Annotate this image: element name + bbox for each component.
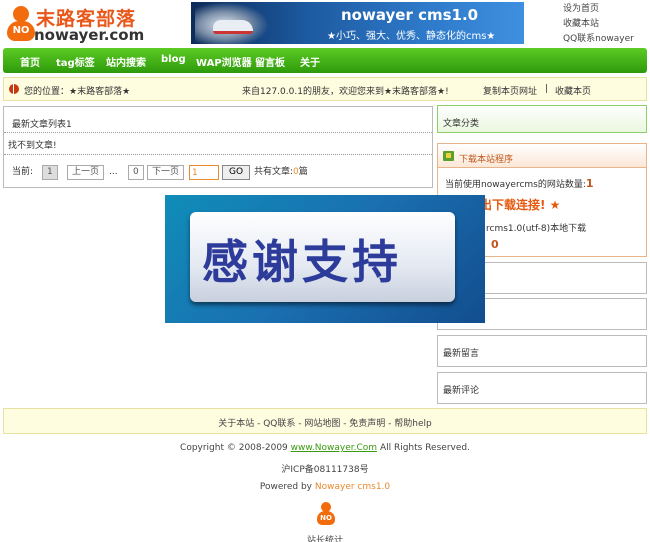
- download-title: 下载本站程序: [459, 155, 514, 165]
- nav-tags[interactable]: tag标签: [56, 54, 95, 69]
- link-divider: |: [545, 84, 549, 94]
- runner-shoe-icon: [195, 2, 269, 44]
- local-download-link[interactable]: rcms1.0(utf-8)本地下载: [486, 221, 586, 234]
- banner-title: nowayer cms1.0: [341, 6, 479, 24]
- main-nav: 首页 tag标签 站内搜索 blog WAP浏览器 留言板 关于: [3, 48, 647, 73]
- copy-url-link[interactable]: 复制本页网址: [483, 84, 537, 97]
- nav-wap[interactable]: WAP浏览器: [196, 54, 252, 69]
- categories-title: 文章分类: [443, 119, 480, 129]
- bookmark-site-link[interactable]: 收藏本站: [563, 17, 643, 32]
- position-bar: 您的位置：★末路客部落★ 来自127.0.0.1的朋友，欢迎您来到★末路客部落★…: [3, 77, 647, 101]
- powered-by-line: Powered by Nowayer cms1.0: [259, 482, 391, 492]
- powered-by-link[interactable]: Nowayer cms1.0: [315, 482, 390, 492]
- copyright-link[interactable]: www.Nowayer.Com: [291, 443, 377, 453]
- breadcrumb: 您的位置：★末路客部落★: [24, 87, 131, 97]
- download-count: 0: [491, 238, 499, 251]
- nav-guestbook[interactable]: 留言板: [255, 54, 285, 69]
- site-logo[interactable]: NO 末路客部落 nowayer.com: [6, 4, 156, 46]
- bookmark-page-link[interactable]: 收藏本页: [555, 84, 591, 97]
- usage-count-text: 当前使用nowayercms的网站数量:1: [445, 177, 594, 190]
- thanks-overlay: 感谢支持: [165, 195, 485, 323]
- article-list-title: 最新文章列表1: [12, 120, 72, 130]
- go-button[interactable]: GO: [222, 165, 251, 180]
- nav-blog[interactable]: blog: [161, 54, 186, 65]
- total-articles: 共有文章:0篇: [254, 167, 308, 177]
- download-icon: [443, 151, 454, 161]
- site-stats-link[interactable]: 站长统计: [0, 533, 650, 542]
- nav-about[interactable]: 关于: [300, 54, 320, 69]
- mascot-icon: NO: [6, 6, 36, 42]
- latest-messages-panel: 最新留言: [437, 335, 647, 367]
- categories-panel: 文章分类: [437, 105, 647, 133]
- current-page: 1: [42, 165, 58, 180]
- latest-messages-title: 最新留言: [443, 349, 480, 359]
- ladybug-icon: [9, 84, 19, 94]
- footer-links-bar: 关于本站 - QQ联系 - 网站地图 - 免责声明 - 帮助help: [3, 408, 647, 434]
- banner-subtitle: ★小巧、强大、优秀、静态化的cms★: [327, 31, 496, 42]
- page-number-input[interactable]: [189, 165, 219, 180]
- pager-ellipsis: ...: [109, 167, 118, 177]
- empty-message: 找不到文章!: [8, 141, 57, 151]
- current-label: 当前:: [12, 167, 34, 177]
- icp-number: 沪ICP备08111738号: [281, 465, 369, 475]
- last-page-button[interactable]: 0: [128, 165, 144, 180]
- qq-contact-link[interactable]: QQ联系nowayer: [563, 32, 643, 47]
- welcome-text: 来自127.0.0.1的朋友，欢迎您来到★末路客部落★!: [242, 87, 449, 97]
- footer-mascot-icon: NO: [317, 502, 335, 526]
- copyright-line: Copyright © 2008-2009 www.Nowayer.Com Al…: [180, 443, 470, 453]
- header-banner[interactable]: nowayer cms1.0 ★小巧、强大、优秀、静态化的cms★: [191, 2, 524, 44]
- next-page-button[interactable]: 下一页: [147, 165, 185, 180]
- article-list-panel: 最新文章列表1 找不到文章! 当前: 1 上一页 ... 0 下一页 GO 共有…: [3, 106, 433, 188]
- latest-comments-title: 最新评论: [443, 386, 480, 396]
- set-homepage-link[interactable]: 设为首页: [563, 2, 643, 17]
- latest-comments-panel: 最新评论: [437, 372, 647, 404]
- prev-page-button[interactable]: 上一页: [67, 165, 105, 180]
- thanks-text: 感谢支持: [202, 235, 402, 289]
- footer-links[interactable]: 关于本站 - QQ联系 - 网站地图 - 免责声明 - 帮助help: [4, 416, 646, 429]
- logo-domain-text: nowayer.com: [34, 26, 145, 44]
- nav-home[interactable]: 首页: [20, 54, 40, 69]
- nav-search[interactable]: 站内搜索: [106, 54, 146, 69]
- top-links: 设为首页 收藏本站 QQ联系nowayer: [563, 2, 643, 47]
